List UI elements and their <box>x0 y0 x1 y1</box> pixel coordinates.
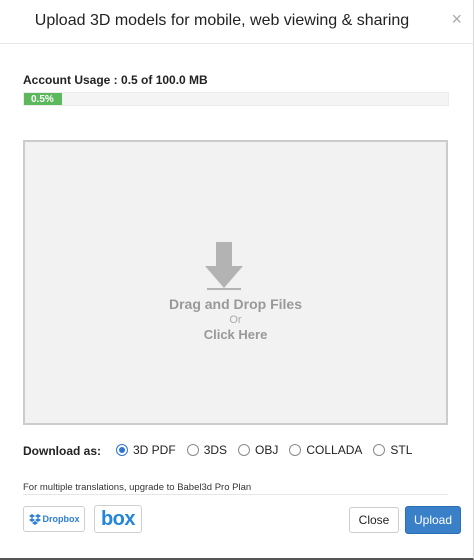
format-radio-group: 3D PDF 3DS OBJ COLLADA STL <box>116 443 423 457</box>
format-option-collada[interactable]: COLLADA <box>289 443 362 457</box>
radio-obj[interactable] <box>238 444 251 456</box>
dropbox-label: Dropbox <box>42 514 80 524</box>
format-option-stl[interactable]: STL <box>373 443 412 457</box>
format-option-3ds[interactable]: 3DS <box>186 443 228 457</box>
account-usage-label: Account Usage : 0.5 of 100.0 MB <box>23 73 208 87</box>
file-dropzone[interactable]: Drag and Drop Files Or Click Here <box>23 140 448 425</box>
box-button[interactable]: box <box>94 505 142 533</box>
close-icon[interactable]: × <box>451 10 462 28</box>
close-button[interactable]: Close <box>349 507 399 533</box>
format-label: 3DS <box>203 443 228 457</box>
box-logo: box <box>100 508 136 530</box>
download-as-label: Download as: <box>23 444 102 458</box>
dropbox-icon <box>28 513 41 525</box>
dropbox-button[interactable]: Dropbox <box>23 506 85 532</box>
format-option-3dpdf[interactable]: 3D PDF <box>116 443 176 457</box>
radio-3ds[interactable] <box>186 444 199 456</box>
format-label: STL <box>390 443 413 457</box>
radio-collada[interactable] <box>289 444 302 456</box>
drop-or-text: Or <box>229 314 242 326</box>
upload-button[interactable]: Upload <box>405 506 461 534</box>
download-arrow-icon <box>205 242 243 290</box>
dialog-title: Upload 3D models for mobile, web viewing… <box>34 12 410 29</box>
format-label: COLLADA <box>306 443 363 457</box>
upload-dialog: Upload 3D models for mobile, web viewing… <box>0 0 474 560</box>
radio-stl[interactable] <box>373 444 386 456</box>
format-option-obj[interactable]: OBJ <box>238 443 278 457</box>
format-label: OBJ <box>255 443 279 457</box>
radio-3dpdf[interactable] <box>116 444 128 456</box>
click-here-text: Click Here <box>203 327 268 342</box>
usage-progress-fill: 0.5% <box>24 93 63 105</box>
format-label: 3D PDF <box>133 443 176 457</box>
drag-drop-text: Drag and Drop Files <box>168 296 303 312</box>
upgrade-note: For multiple translations, upgrade to Ba… <box>23 482 252 493</box>
divider <box>23 494 448 495</box>
usage-progress-bar: 0.5% <box>23 92 449 106</box>
dialog-header: Upload 3D models for mobile, web viewing… <box>0 0 474 44</box>
